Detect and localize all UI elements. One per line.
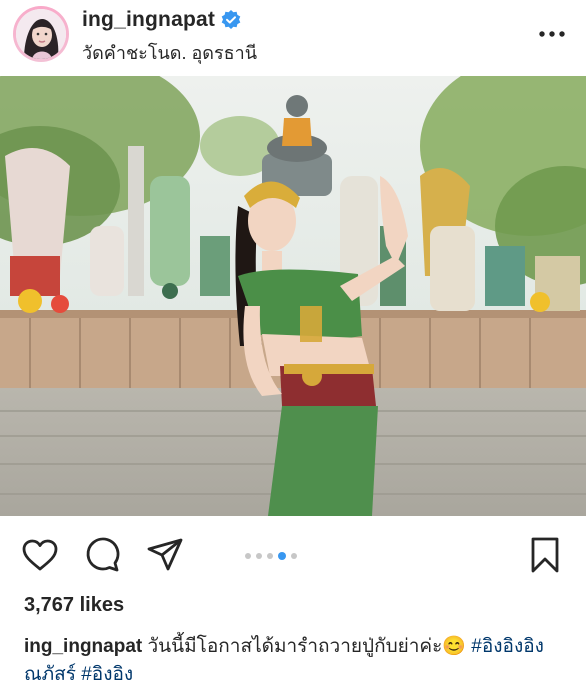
- likes-count[interactable]: 3,767 likes: [24, 594, 124, 617]
- comment-icon[interactable]: [82, 535, 122, 575]
- carousel-dot: [245, 553, 251, 559]
- heart-icon[interactable]: [20, 535, 60, 575]
- post-caption: ing_ingnapat วันนี้มีโอกาสได้มารำถวายปู่…: [24, 633, 564, 689]
- avatar-image: [16, 9, 66, 59]
- carousel-dot: [267, 553, 273, 559]
- caption-text: วันนี้มีโอกาสได้มารำถวายปู่กับย่าค่ะ😊: [147, 636, 467, 657]
- verified-badge-icon: [221, 10, 241, 29]
- username[interactable]: ing_ingnapat: [82, 8, 215, 32]
- avatar-ring[interactable]: [13, 6, 69, 62]
- post-photo-image: [0, 76, 586, 516]
- caption-username[interactable]: ing_ingnapat: [24, 636, 142, 657]
- share-icon[interactable]: [145, 535, 185, 575]
- post-header: ing_ingnapat วัดคำชะโนด. อุดรธานี: [0, 0, 586, 76]
- bookmark-icon[interactable]: [525, 535, 565, 575]
- avatar[interactable]: [16, 9, 66, 59]
- post-actions: [0, 530, 586, 580]
- post-location[interactable]: วัดคำชะโนด. อุดรธานี: [82, 38, 257, 67]
- carousel-dot: [291, 553, 297, 559]
- more-options-icon[interactable]: [535, 22, 569, 46]
- post-photo[interactable]: [0, 76, 586, 516]
- hashtag-link[interactable]: #อิงอิง: [81, 664, 133, 685]
- carousel-indicator: [245, 552, 297, 560]
- carousel-dot-active: [278, 552, 286, 560]
- carousel-dot: [256, 553, 262, 559]
